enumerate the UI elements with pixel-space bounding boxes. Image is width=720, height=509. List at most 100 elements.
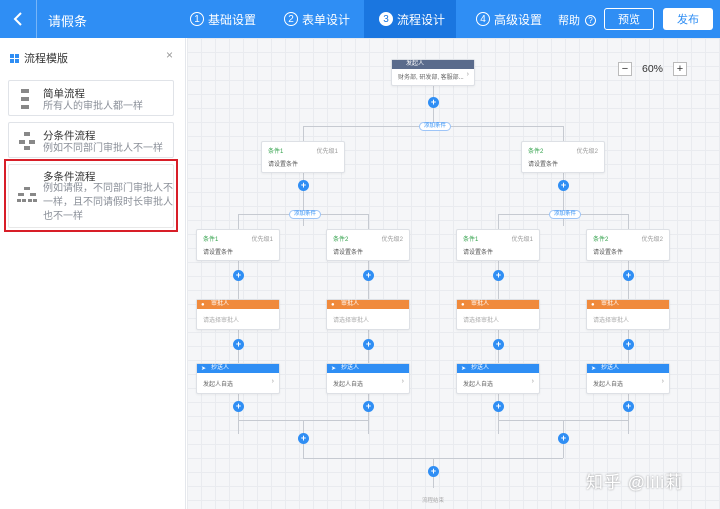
approver-node[interactable]: ● 审批人 请选择审批人: [326, 299, 410, 330]
condition-name: 条件1: [463, 237, 479, 243]
condition-node[interactable]: 条件1 优先级1 请设置条件: [456, 229, 540, 261]
node-value: 请选择审批人: [463, 318, 500, 324]
add-node-icon[interactable]: +: [363, 270, 374, 281]
watermark: 知乎 @lili莉: [586, 473, 684, 492]
preview-button[interactable]: 预览: [604, 8, 654, 30]
add-condition-button[interactable]: 添加条件: [289, 210, 322, 219]
step-label: 高级设置: [494, 12, 543, 27]
zoom-level: 60%: [642, 63, 664, 75]
chevron-right-icon: ›: [661, 378, 664, 385]
add-condition-button[interactable]: 添加条件: [549, 210, 582, 219]
node-content: 发起人自选 ›: [457, 373, 539, 391]
back-button[interactable]: [0, 0, 36, 38]
node-title: ● 审批人: [197, 300, 279, 309]
chevron-right-icon: ›: [401, 378, 404, 385]
add-node-icon[interactable]: +: [623, 270, 634, 281]
node-content: 发起人自选 ›: [327, 373, 409, 391]
step-basic-settings[interactable]: 1 基础设置: [178, 0, 262, 38]
close-icon[interactable]: ×: [166, 48, 173, 62]
node-title-label: 抄送人: [211, 365, 230, 371]
condition-priority: 优先级2: [641, 237, 663, 243]
node-title-label: 审批人: [211, 301, 230, 307]
condition-value: 请设置条件: [528, 162, 559, 168]
flow-end-label: 流程结束: [422, 498, 445, 504]
cc-node[interactable]: ➤ 抄送人 发起人自选 ›: [586, 363, 670, 394]
condition-value: 请设置条件: [333, 250, 364, 256]
condition-name: 条件2: [593, 237, 609, 243]
add-node-icon[interactable]: +: [558, 433, 569, 444]
chevron-right-icon: ›: [466, 71, 469, 78]
step-number: 1: [190, 12, 204, 26]
template-simple-flow[interactable]: 简单流程 所有人的审批人都一样: [8, 80, 174, 116]
condition-priority: 优先级1: [316, 149, 338, 155]
condition-node[interactable]: 条件1 优先级1 请设置条件: [261, 141, 345, 173]
cc-node[interactable]: ➤ 抄送人 发起人自选 ›: [326, 363, 410, 394]
condition-node[interactable]: 条件2 优先级2 请设置条件: [326, 229, 410, 261]
condition-name: 条件2: [333, 237, 349, 243]
step-number: 4: [476, 12, 490, 26]
add-node-icon[interactable]: +: [623, 401, 634, 412]
condition-name: 条件2: [528, 149, 544, 155]
add-node-icon[interactable]: +: [233, 401, 244, 412]
condition-node[interactable]: 条件1 优先级1 请设置条件: [196, 229, 280, 261]
add-node-icon[interactable]: +: [493, 339, 504, 350]
template-title: 简单流程: [43, 88, 85, 100]
template-conditional-flow[interactable]: 分条件流程 例如不同部门审批人不一样: [8, 122, 174, 158]
add-condition-button[interactable]: 添加条件: [419, 122, 452, 131]
add-node-icon[interactable]: +: [428, 466, 439, 477]
add-node-icon[interactable]: +: [493, 270, 504, 281]
add-node-icon[interactable]: +: [233, 339, 244, 350]
approver-node[interactable]: ● 审批人 请选择审批人: [456, 299, 540, 330]
panel-header: 流程模版: [10, 50, 68, 66]
node-title: ● 审批人: [327, 300, 409, 309]
condition-node[interactable]: 条件2 优先级2 请设置条件: [521, 141, 605, 173]
node-title-label: 抄送人: [341, 365, 360, 371]
condition-priority: 优先级2: [576, 149, 598, 155]
add-node-icon[interactable]: +: [233, 270, 244, 281]
cc-node[interactable]: ➤ 抄送人 发起人自选 ›: [456, 363, 540, 394]
cc-node[interactable]: ➤ 抄送人 发起人自选 ›: [196, 363, 280, 394]
add-node-icon[interactable]: +: [493, 401, 504, 412]
chevron-right-icon: ›: [271, 378, 274, 385]
zoom-control: − 60% +: [618, 62, 688, 76]
step-advanced-settings[interactable]: 4 高级设置: [466, 0, 550, 38]
add-node-icon[interactable]: +: [558, 180, 569, 191]
approver-node[interactable]: ● 审批人 请选择审批人: [586, 299, 670, 330]
publish-button[interactable]: 发布: [663, 8, 713, 30]
template-description: 例如不同部门审批人不一样: [43, 143, 163, 154]
condition-value: 请设置条件: [203, 250, 234, 256]
add-node-icon[interactable]: +: [428, 97, 439, 108]
add-node-icon[interactable]: +: [363, 339, 374, 350]
step-form-design[interactable]: 2 表单设计: [272, 0, 356, 38]
node-value: 发起人自选: [463, 382, 494, 388]
add-node-icon[interactable]: +: [363, 401, 374, 412]
help-link[interactable]: 帮助 ?: [558, 12, 596, 28]
zoom-in-button[interactable]: +: [673, 62, 688, 76]
help-label: 帮助: [558, 15, 580, 27]
node-title-label: 抄送人: [471, 365, 490, 371]
condition-node[interactable]: 条件2 优先级2 请设置条件: [586, 229, 670, 261]
simple-flow-icon: [21, 89, 29, 109]
node-value: 请选择审批人: [333, 318, 370, 324]
flow-canvas[interactable]: − 60% + 发起人 财务部, 研发部, 客服部... › + 添加条件 条件…: [187, 38, 720, 509]
node-title-label: 审批人: [471, 301, 490, 307]
node-title: ➤ 抄送人: [327, 364, 409, 373]
step-label: 流程设计: [397, 12, 446, 27]
step-number: 2: [284, 12, 298, 26]
add-node-icon[interactable]: +: [623, 339, 634, 350]
zoom-out-button[interactable]: −: [618, 62, 632, 76]
approver-node[interactable]: ● 审批人 请选择审批人: [196, 299, 280, 330]
node-value: 发起人自选: [333, 382, 364, 388]
add-node-icon[interactable]: +: [298, 433, 309, 444]
condition-name: 条件1: [268, 149, 284, 155]
condition-value: 请设置条件: [268, 162, 299, 168]
node-content: 发起人自选 ›: [587, 373, 669, 391]
condition-priority: 优先级2: [381, 237, 403, 243]
template-panel: 流程模版 × 简单流程 所有人的审批人都一样 分条件流程 例如不同部门审批人不一…: [0, 38, 186, 509]
node-content: 财务部, 研发部, 客服部... ›: [392, 69, 474, 84]
initiator-node[interactable]: 发起人 财务部, 研发部, 客服部... ›: [391, 59, 475, 86]
selection-highlight: [4, 159, 178, 232]
condition-priority: 优先级1: [251, 237, 273, 243]
step-process-design[interactable]: 3 流程设计: [364, 0, 456, 38]
add-node-icon[interactable]: +: [298, 180, 309, 191]
